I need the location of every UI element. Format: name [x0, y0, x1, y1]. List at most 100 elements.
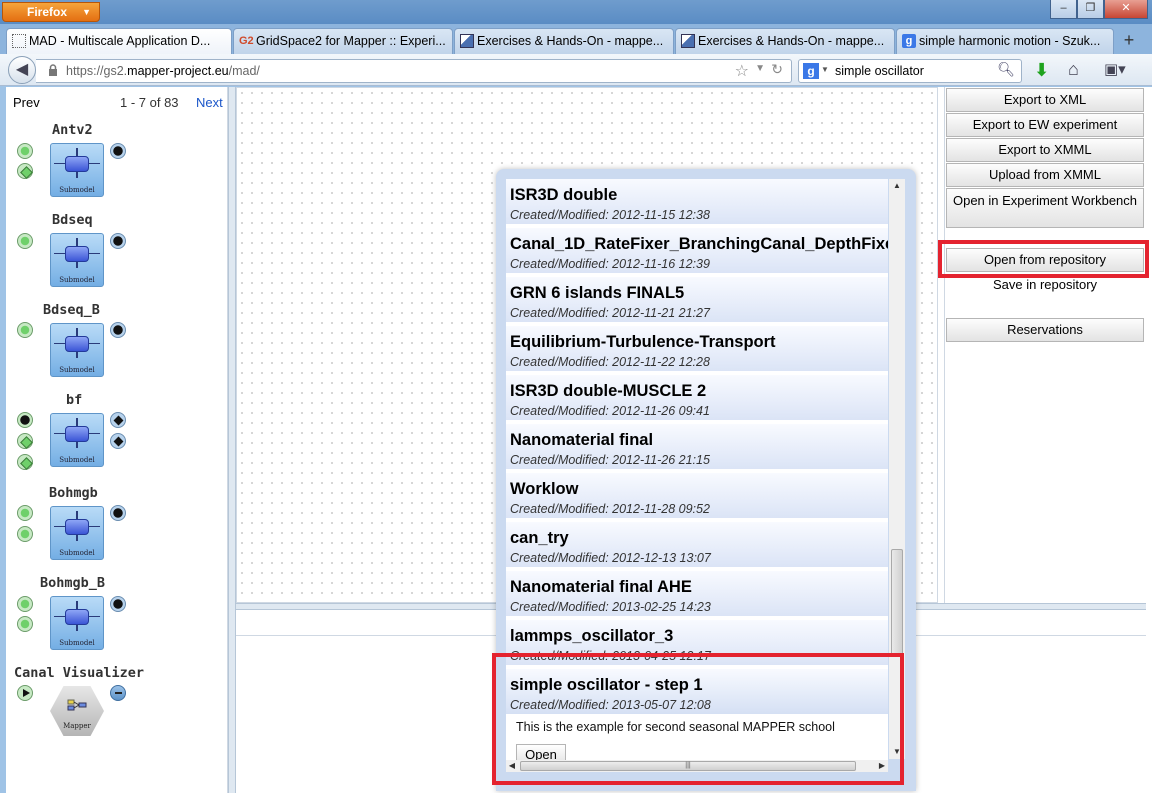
item-title: Nanomaterial final AHE [510, 578, 692, 596]
repository-item[interactable]: Equilibrium-Turbulence-Transport Created… [506, 326, 888, 373]
page-icon [681, 34, 695, 48]
submodel-icon[interactable]: Submodel [50, 506, 104, 560]
submodel-box-label: Submodel [59, 456, 95, 464]
reservations-button[interactable]: Reservations [946, 318, 1144, 342]
item-title: Worklow [510, 480, 579, 498]
submodel-antv2[interactable]: Antv2 Submodel [6, 122, 228, 202]
item-title: GRN 6 islands FINAL5 [510, 284, 685, 302]
repository-item[interactable]: can_try Created/Modified: 2012-12-13 13:… [506, 522, 888, 569]
repository-item[interactable]: Nanomaterial final Created/Modified: 201… [506, 424, 888, 471]
scrollbar-thumb[interactable] [891, 549, 903, 655]
search-bar[interactable]: g ▼ simple oscillator 🔍︎ [798, 59, 1022, 83]
firefox-menu-button[interactable]: Firefox ▼ [2, 2, 100, 22]
output-port-diamond-icon[interactable] [110, 433, 126, 449]
download-icon[interactable]: ⬇ [1034, 60, 1049, 81]
chevron-down-icon: ▼ [82, 7, 91, 17]
output-port-icon[interactable] [110, 322, 126, 338]
input-port-diamond-icon[interactable] [17, 433, 33, 449]
export-xml-button[interactable]: Export to XML [946, 88, 1144, 112]
input-port-icon[interactable] [17, 412, 33, 428]
palette-pagination: Prev 1 - 7 of 83 Next [6, 95, 228, 111]
input-port-icon[interactable] [17, 596, 33, 612]
input-port-diamond-icon[interactable] [17, 454, 33, 470]
upload-xmml-button[interactable]: Upload from XMML [946, 163, 1144, 187]
input-port-triangle-icon[interactable] [17, 685, 33, 701]
mapper-canal-visualizer[interactable]: Canal Visualizer Mapper [6, 665, 228, 745]
tab-simple-harmonic[interactable]: g simple harmonic motion - Szuk... [896, 28, 1114, 54]
tab-label: Exercises & Hands-On - mappe... [698, 34, 885, 48]
submodel-bf[interactable]: bf Submodel [6, 392, 228, 472]
repository-item[interactable]: ISR3D double Created/Modified: 2012-11-1… [506, 179, 888, 226]
item-modified: Created/Modified: 2012-11-26 09:41 [510, 404, 710, 418]
chevron-down-icon[interactable]: ▼ [755, 63, 765, 74]
input-port-icon[interactable] [17, 233, 33, 249]
repository-item[interactable]: Nanomaterial final AHE Created/Modified:… [506, 571, 888, 618]
export-xmml-button[interactable]: Export to XMML [946, 138, 1144, 162]
mapper-name: Canal Visualizer [14, 665, 145, 681]
new-tab-button[interactable]: + [1116, 29, 1142, 53]
submodel-bohmgb[interactable]: Bohmgb Submodel [6, 485, 228, 565]
input-port-icon[interactable] [17, 505, 33, 521]
mapper-icon[interactable]: Mapper [50, 686, 104, 736]
input-port-icon[interactable] [17, 322, 33, 338]
output-port-icon[interactable] [110, 143, 126, 159]
open-workbench-button[interactable]: Open in Experiment Workbench [946, 188, 1144, 228]
export-ew-button[interactable]: Export to EW experiment [946, 113, 1144, 137]
tab-mad[interactable]: MAD - Multiscale Application D... [6, 28, 232, 55]
output-port-diamond-icon[interactable] [110, 412, 126, 428]
chevron-down-icon[interactable]: ▼ [821, 65, 829, 74]
submodel-icon[interactable]: Submodel [50, 143, 104, 197]
vertical-splitter[interactable] [228, 87, 236, 793]
submodel-icon[interactable]: Submodel [50, 233, 104, 287]
tab-gridspace[interactable]: G2 GridSpace2 for Mapper :: Experi... [233, 28, 453, 54]
submodel-icon[interactable]: Submodel [50, 413, 104, 467]
action-panel: Export to XML Export to EW experiment Ex… [944, 87, 1146, 603]
submodel-bohmgb-b[interactable]: Bohmgb_B Submodel [6, 575, 228, 655]
repository-item[interactable]: ISR3D double-MUSCLE 2 Created/Modified: … [506, 375, 888, 422]
google-icon[interactable]: g [803, 63, 819, 79]
output-port-icon[interactable] [110, 596, 126, 612]
bookmark-star-icon[interactable]: ☆ [735, 61, 749, 81]
prev-link[interactable]: Prev [13, 95, 40, 110]
maximize-button[interactable]: ❐ [1077, 0, 1104, 19]
window-controls: – ❐ ✕ [1050, 0, 1148, 19]
submodel-name: Bdseq_B [43, 302, 100, 318]
tab-exercises-2[interactable]: Exercises & Hands-On - mappe... [675, 28, 895, 54]
search-input[interactable]: simple oscillator [835, 60, 924, 82]
input-port-icon[interactable] [17, 143, 33, 159]
input-port-icon[interactable] [17, 616, 33, 632]
submodel-bdseq-b[interactable]: Bdseq_B Submodel [6, 302, 228, 382]
minimize-button[interactable]: – [1050, 0, 1077, 19]
input-port-diamond-icon[interactable] [17, 163, 33, 179]
address-bar[interactable]: https://gs2.mapper-project.eu/mad/ ☆ ▼ ↻ [36, 59, 792, 83]
repository-item[interactable]: GRN 6 islands FINAL5 Created/Modified: 2… [506, 277, 888, 324]
palette-count: 1 - 7 of 83 [120, 95, 179, 110]
submodel-name: Bohmgb [49, 485, 98, 501]
next-link[interactable]: Next [196, 95, 223, 110]
back-button[interactable]: ◀ [8, 56, 36, 84]
highlight-open-repository [938, 240, 1149, 278]
submodel-box-label: Submodel [59, 549, 95, 557]
repository-item[interactable]: Worklow Created/Modified: 2012-11-28 09:… [506, 473, 888, 520]
output-port-icon[interactable] [110, 233, 126, 249]
submodel-box-label: Submodel [59, 366, 95, 374]
window-titlebar: Firefox ▼ – ❐ ✕ [0, 0, 1152, 24]
scroll-up-icon[interactable]: ▲ [889, 179, 905, 193]
close-window-button[interactable]: ✕ [1104, 0, 1148, 19]
submodel-palette: Prev 1 - 7 of 83 Next Antv2 Submodel Bds… [6, 87, 228, 793]
output-port-icon[interactable] [110, 505, 126, 521]
reload-icon[interactable]: ↻ [771, 61, 783, 78]
bookmarks-menu-icon[interactable]: ▣▾ [1104, 60, 1126, 78]
submodel-icon[interactable]: Submodel [50, 596, 104, 650]
gridspace-icon: G2 [239, 35, 254, 47]
repository-item[interactable]: Canal_1D_RateFixer_BranchingCanal_DepthF… [506, 228, 888, 275]
output-port-minus-icon[interactable] [110, 685, 126, 701]
submodel-icon[interactable]: Submodel [50, 323, 104, 377]
tab-exercises-1[interactable]: Exercises & Hands-On - mappe... [454, 28, 674, 54]
search-icon[interactable]: 🔍︎ [997, 61, 1015, 78]
navigation-toolbar: ◀ https://gs2.mapper-project.eu/mad/ ☆ ▼… [0, 54, 1152, 86]
item-modified: Created/Modified: 2013-02-25 14:23 [510, 600, 711, 614]
home-icon[interactable]: ⌂ [1068, 59, 1079, 80]
input-port-icon[interactable] [17, 526, 33, 542]
submodel-bdseq[interactable]: Bdseq Submodel [6, 212, 228, 292]
